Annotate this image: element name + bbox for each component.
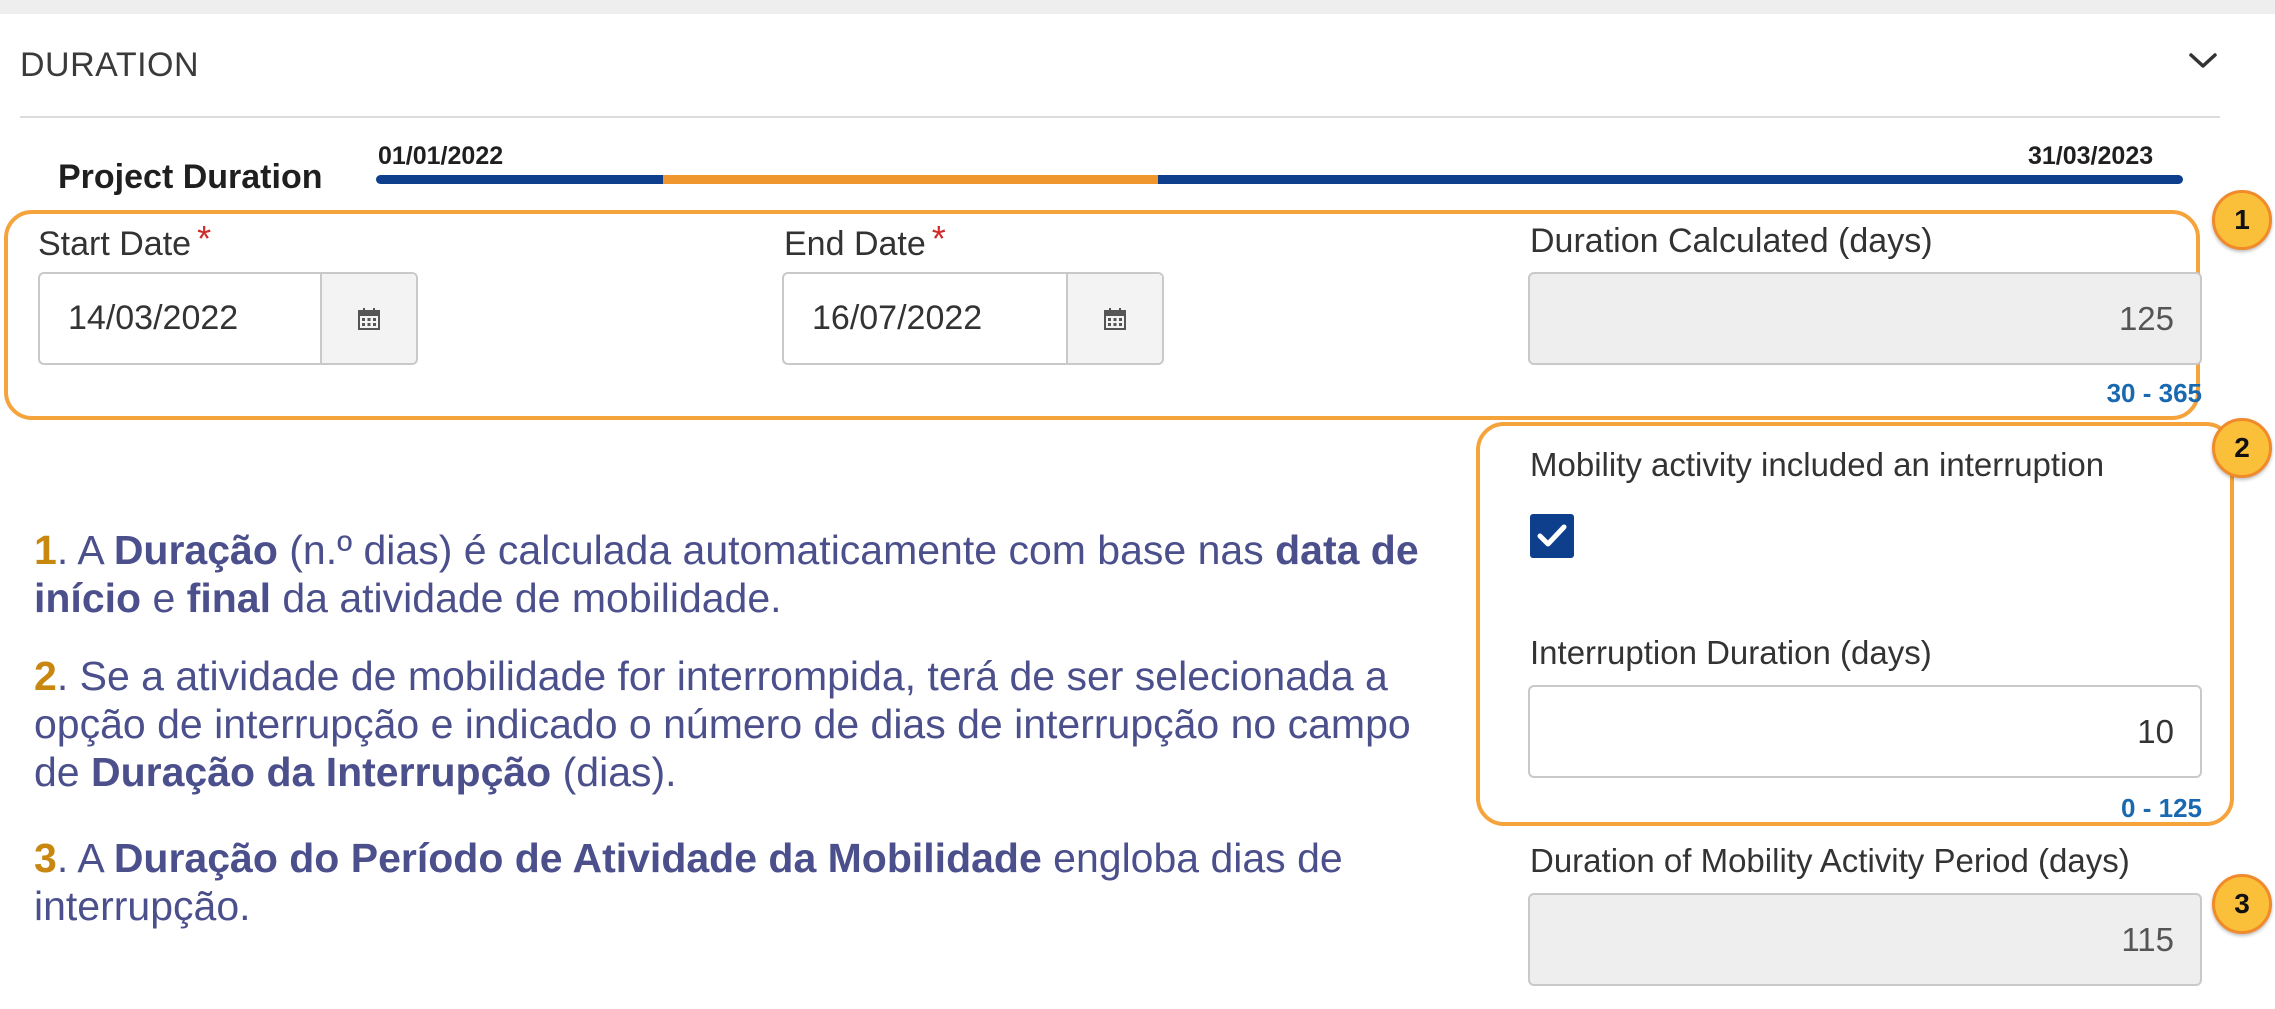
- mobility-period-field: 115: [1528, 893, 2202, 986]
- end-date-calendar-button[interactable]: [1066, 274, 1162, 363]
- end-date-label: End Date *: [784, 218, 946, 263]
- badge-2: 2: [2212, 418, 2272, 478]
- calendar-icon: [1104, 307, 1126, 330]
- project-duration-label: Project Duration: [58, 158, 323, 196]
- duration-calculated-range: 30 - 365: [2106, 378, 2202, 408]
- explanation-2: 2. Se a atividade de mobilidade for inte…: [34, 653, 1411, 795]
- calendar-icon: [358, 307, 380, 330]
- project-timeline-bar: [376, 175, 2183, 184]
- activity-period-segment: [663, 175, 1158, 184]
- explanation-1: 1. A Duração (n.º dias) é calculada auto…: [34, 527, 1419, 621]
- start-date-input[interactable]: 14/03/2022: [40, 274, 320, 363]
- start-date-calendar-button[interactable]: [320, 274, 416, 363]
- duration-calculated-field: 125: [1528, 272, 2202, 365]
- section-divider: [20, 116, 2220, 118]
- timeline-end-date: 31/03/2023: [2028, 142, 2154, 170]
- mobility-period-label: Duration of Mobility Activity Period (da…: [1530, 842, 2130, 879]
- required-marker: *: [197, 218, 212, 259]
- chevron-down-icon: [2189, 53, 2217, 68]
- timeline-start-date: 01/01/2022: [378, 142, 504, 170]
- end-date-input[interactable]: 16/07/2022: [784, 274, 1066, 363]
- badge-3: 3: [2212, 874, 2272, 934]
- start-date-field[interactable]: 14/03/2022: [38, 272, 418, 365]
- required-marker: *: [931, 218, 946, 259]
- duration-calculated-label: Duration Calculated (days): [1530, 222, 1933, 260]
- start-date-label: Start Date *: [38, 218, 212, 263]
- top-strip: [0, 0, 2275, 14]
- explanation-3: 3. A Duração do Período de Atividade da …: [34, 835, 1343, 929]
- interruption-duration-label: Interruption Duration (days): [1530, 634, 1932, 671]
- interruption-duration-range: 0 - 125: [2121, 793, 2202, 823]
- interruption-checkbox[interactable]: [1530, 514, 1574, 558]
- badge-1: 1: [2212, 190, 2272, 250]
- section-title: DURATION: [20, 46, 200, 84]
- end-date-field[interactable]: 16/07/2022: [782, 272, 1164, 365]
- check-icon: [1537, 524, 1567, 547]
- interruption-duration-input[interactable]: 10: [1528, 685, 2202, 778]
- interruption-checkbox-label: Mobility activity included an interrupti…: [1530, 446, 2105, 483]
- collapse-button[interactable]: [2180, 38, 2226, 84]
